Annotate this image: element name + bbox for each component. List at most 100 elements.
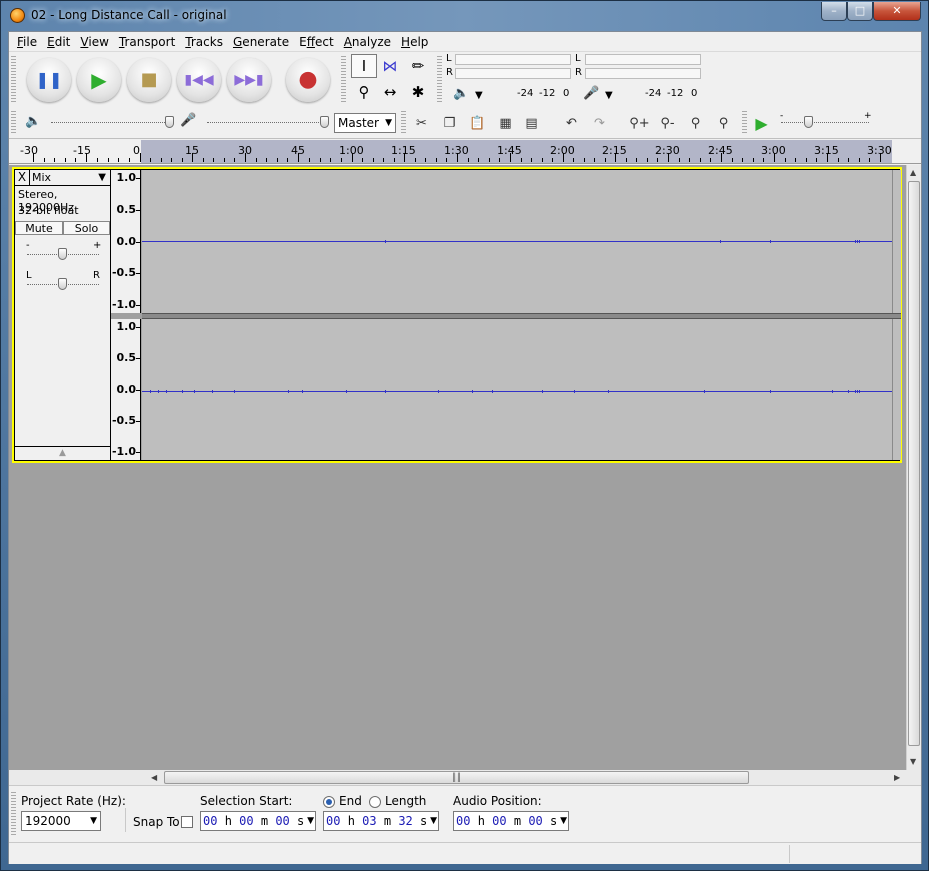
track-name-menu[interactable]: Mix ▼ [30,170,110,185]
audacity-logo-icon[interactable] [10,8,25,23]
paste-button[interactable]: 📋 [465,111,490,135]
skip-to-end-button[interactable]: ▶▶▮ [227,58,271,102]
ruler-minor-tick [330,158,332,162]
record-button[interactable]: ● [286,58,330,102]
scroll-left-icon[interactable]: ◀ [151,773,157,782]
edit-toolbar-grip[interactable] [401,111,406,133]
rec-meter-left[interactable] [585,54,701,65]
track-close-button[interactable]: X [15,170,30,185]
menu-file[interactable]: File [12,33,42,51]
timeline-ruler[interactable]: -30 -15 0 15 30 45 1:00 1:15 1:30 1:45 2:00 2:15 2:3… [9,138,921,164]
close-button[interactable]: ✕ [873,2,921,21]
scroll-down-icon[interactable]: ▼ [910,757,916,766]
tools-toolbar-grip[interactable] [341,56,346,102]
output-volume-thumb[interactable] [165,116,174,128]
vertical-scrollbar[interactable]: ▲ ▼ [906,165,921,770]
multi-tool[interactable]: ✱ [405,80,431,104]
pan-thumb[interactable] [58,278,67,290]
scroll-up-icon[interactable]: ▲ [910,168,916,177]
menu-view[interactable]: View [75,33,114,51]
menu-edit[interactable]: Edit [42,33,75,51]
output-volume-slider[interactable] [51,122,173,123]
right-channel-vruler[interactable]: 1.0 0.5 0.0 -0.5 -1.0 [111,319,141,460]
gain-plus-label: + [93,240,102,251]
chevron-down-icon[interactable]: ▼ [430,812,437,830]
track-area[interactable]: X Mix ▼ Stereo, 192000Hz 32-bit float Mu… [9,165,906,770]
snap-to-checkbox[interactable] [181,816,193,828]
minimize-button[interactable]: – [821,2,847,21]
scroll-right-icon[interactable]: ▶ [894,773,900,782]
left-channel-waveform[interactable] [142,170,892,313]
fit-selection-button[interactable]: ⚲ [683,111,708,135]
microphone-icon[interactable]: 🎤 [583,86,599,102]
selection-tool[interactable]: I [351,54,377,78]
ruler-minor-tick [710,158,712,162]
menu-generate[interactable]: Generate [228,33,294,51]
record-icon: ● [298,67,318,92]
left-channel-vruler[interactable]: 1.0 0.5 0.0 -0.5 -1.0 [111,170,141,313]
fit-project-button[interactable]: ⚲ [711,111,736,135]
time-shift-tool[interactable]: ↔ [377,80,403,104]
input-volume-thumb[interactable] [320,116,329,128]
zoom-in-button[interactable]: ⚲+ [627,111,652,135]
play-speed-slider[interactable] [781,122,869,123]
horizontal-scroll-thumb[interactable]: ║║ [164,771,749,784]
play-button[interactable]: ▶ [77,58,121,102]
play-meter-right[interactable] [455,68,571,79]
cut-button[interactable]: ✂ [409,111,434,135]
silence-button[interactable]: ▤ [519,111,544,135]
zoom-tool[interactable]: ⚲ [351,80,377,104]
menu-transport[interactable]: Transport [114,33,180,51]
speaker-icon[interactable]: 🔈 [453,86,469,102]
trim-button[interactable]: ▦ [493,111,518,135]
play-scale-0: 0 [563,88,570,99]
title-bar[interactable]: 02 - Long Distance Call - original – □ ✕ [1,1,928,31]
stop-button[interactable]: ■ [127,58,171,102]
rec-meter-right[interactable] [585,68,701,79]
mixer-toolbar-grip[interactable] [11,111,16,133]
input-source-select[interactable]: Master ▼ [334,113,396,133]
envelope-tool[interactable]: ⋈ [377,54,403,78]
zoom-out-button[interactable]: ⚲- [655,111,680,135]
solo-button[interactable]: Solo [63,221,110,235]
vertical-scroll-thumb[interactable] [908,181,920,746]
pause-button[interactable]: ❚❚ [27,58,71,102]
length-radio[interactable] [369,796,381,808]
waveform-spike [832,390,833,393]
right-channel-waveform[interactable] [142,319,892,460]
chevron-down-icon[interactable]: ▼ [560,812,567,830]
play-meter-left[interactable] [455,54,571,65]
redo-button[interactable]: ↷ [587,111,612,135]
draw-tool[interactable]: ✏ [405,54,431,78]
gain-thumb[interactable] [58,248,67,260]
play-meter-menu-arrow-icon[interactable]: ▼ [475,88,483,104]
selection-toolbar-grip[interactable] [11,792,16,836]
skip-to-start-button[interactable]: ▮◀◀ [177,58,221,102]
meter-toolbar-grip[interactable] [437,56,442,102]
ruler-minor-tick [795,158,797,162]
copy-button[interactable]: ❐ [437,111,462,135]
play-speed-thumb[interactable] [804,116,813,128]
rec-meter-menu-arrow-icon[interactable]: ▼ [605,88,613,104]
transport-toolbar-grip[interactable] [11,56,16,102]
input-volume-slider[interactable] [207,122,329,123]
track-collapse-button[interactable]: ▲ [15,446,110,460]
end-radio[interactable] [323,796,335,808]
audio-track[interactable]: X Mix ▼ Stereo, 192000Hz 32-bit float Mu… [12,167,902,463]
play-at-speed-toolbar-grip[interactable] [742,111,747,133]
maximize-button[interactable]: □ [847,2,873,21]
mute-button[interactable]: Mute [15,221,63,235]
menu-effect[interactable]: Effect [294,33,339,51]
selection-start-time[interactable]: 00 h 00 m 00 s ▼ [200,811,316,831]
waveform-spike [158,390,159,393]
selection-end-time[interactable]: 00 h 03 m 32 s ▼ [323,811,439,831]
project-rate-select[interactable]: 192000 ▼ [21,811,101,831]
play-at-speed-button[interactable]: ▶ [749,111,774,135]
audio-position-time[interactable]: 00 h 00 m 00 s ▼ [453,811,569,831]
horizontal-scrollbar[interactable]: ◀ ║║ ▶ [9,770,921,785]
chevron-down-icon[interactable]: ▼ [307,812,314,830]
menu-help[interactable]: Help [396,33,433,51]
menu-analyze[interactable]: Analyze [339,33,396,51]
menu-tracks[interactable]: Tracks [180,33,228,51]
undo-button[interactable]: ↶ [559,111,584,135]
